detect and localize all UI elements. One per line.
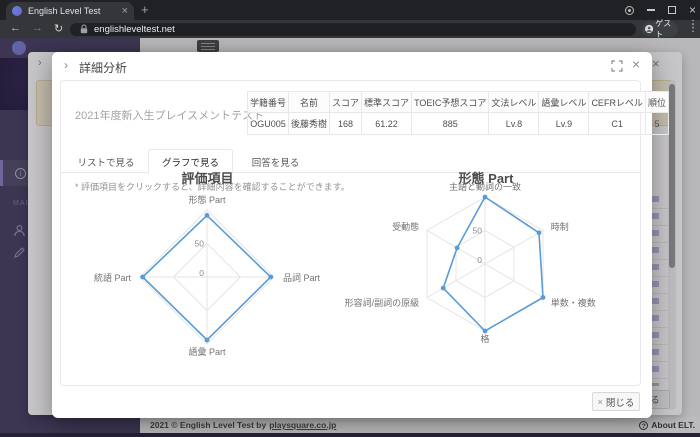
table-cell: 885 <box>411 112 490 135</box>
avatar-icon <box>645 24 654 34</box>
svg-text:格: 格 <box>480 333 489 344</box>
table-cell: Lv.8 <box>488 112 540 135</box>
close-x-icon: × <box>597 396 603 407</box>
browser-tabstrip: English Level Test × + × <box>0 0 700 20</box>
close-window-button[interactable]: × <box>689 4 696 16</box>
tab-title: English Level Test <box>28 6 101 16</box>
table-cell: 5 <box>644 112 669 135</box>
svg-text:50: 50 <box>473 226 483 236</box>
record-indicator-icon <box>624 5 634 15</box>
table-header-row: 学籍番号 名前 スコア 標準スコア TOEIC予想スコア 文法レベル 語彙レベル… <box>246 91 669 113</box>
guest-label: ゲスト <box>655 19 672 39</box>
table-cell: OGU005 <box>246 112 290 135</box>
modal-chevron-icon: › <box>64 58 68 72</box>
back-button[interactable]: ← <box>10 22 21 34</box>
tab-close-icon[interactable]: × <box>122 5 128 17</box>
table-header-cell: 文法レベル <box>488 91 540 113</box>
detail-modal: › 詳細分析 × 2021年度新入生プレイスメントテスト 学籍番号 名前 スコア… <box>52 52 669 418</box>
table-header-cell: 語彙レベル <box>538 91 590 113</box>
table-header-cell: スコア <box>329 91 363 113</box>
table-header-cell: CEFRレベル <box>588 91 646 113</box>
table-header-cell: 順位 <box>644 91 669 113</box>
test-name: 2021年度新入生プレイスメントテスト <box>75 110 265 122</box>
results-table: 学籍番号 名前 スコア 標準スコア TOEIC予想スコア 文法レベル 語彙レベル… <box>246 91 669 135</box>
svg-text:50: 50 <box>195 239 205 249</box>
table-cell: 168 <box>329 112 363 135</box>
url-bar[interactable]: englishleveltest.net <box>70 22 636 36</box>
browser-toolbar: ← → ↻ englishleveltest.net ゲスト ⋮ ⋮ <box>0 19 700 39</box>
svg-text:主語と動詞の一致: 主語と動詞の一致 <box>449 181 521 192</box>
svg-text:時制: 時制 <box>551 221 569 232</box>
table-header-cell: 名前 <box>288 91 331 113</box>
table-header-cell: TOEIC予想スコア <box>411 91 490 113</box>
maximize-button[interactable] <box>667 6 676 14</box>
forward-button[interactable]: → <box>32 22 43 34</box>
modal-title: 詳細分析 <box>79 61 128 75</box>
svg-text:語彙 Part: 語彙 Part <box>188 346 226 357</box>
svg-text:受動態: 受動態 <box>392 221 419 232</box>
screen: English Level Test × + × ← → ↻ englishle… <box>0 0 700 437</box>
table-cell: C1 <box>588 112 646 135</box>
svg-text:形容詞/副詞の原級: 形容詞/副詞の原級 <box>345 297 420 308</box>
table-cell: 後藤秀樹 <box>288 112 331 135</box>
minimize-button[interactable] <box>646 9 655 11</box>
close-button[interactable]: × 閉じる <box>592 392 640 411</box>
expand-button[interactable] <box>611 60 623 72</box>
table-cell: 61.22 <box>361 112 413 135</box>
table-row: OGU005 後藤秀樹 168 61.22 885 Lv.8 Lv.9 C1 5 <box>246 112 669 135</box>
table-cell: Lv.9 <box>538 112 590 135</box>
svg-text:0: 0 <box>477 255 482 265</box>
table-header-cell: 学籍番号 <box>246 91 290 113</box>
browser-tab[interactable]: English Level Test × <box>6 2 134 20</box>
svg-text:統語 Part: 統語 Part <box>94 272 132 283</box>
svg-text:0: 0 <box>199 268 204 278</box>
url-text: englishleveltest.net <box>94 23 175 35</box>
new-tab-button[interactable]: + <box>141 2 149 17</box>
svg-text:単数・複数: 単数・複数 <box>551 297 596 308</box>
lock-icon <box>80 24 88 34</box>
refresh-button[interactable]: ↻ <box>54 22 63 35</box>
radar-chart-keitai-part[interactable]: 50 0 主語と動詞の一致時制単数・複数格 形容詞/副詞の原級 受動態 <box>256 180 648 358</box>
table-header-cell: 標準スコア <box>361 91 413 113</box>
browser-menu-button[interactable]: ⋮ ⋮ <box>688 20 698 34</box>
favicon-icon <box>12 6 22 16</box>
modal-close-button[interactable]: × <box>632 56 640 72</box>
guest-profile-button[interactable]: ゲスト <box>642 19 678 39</box>
svg-text:形態 Part: 形態 Part <box>188 194 226 205</box>
